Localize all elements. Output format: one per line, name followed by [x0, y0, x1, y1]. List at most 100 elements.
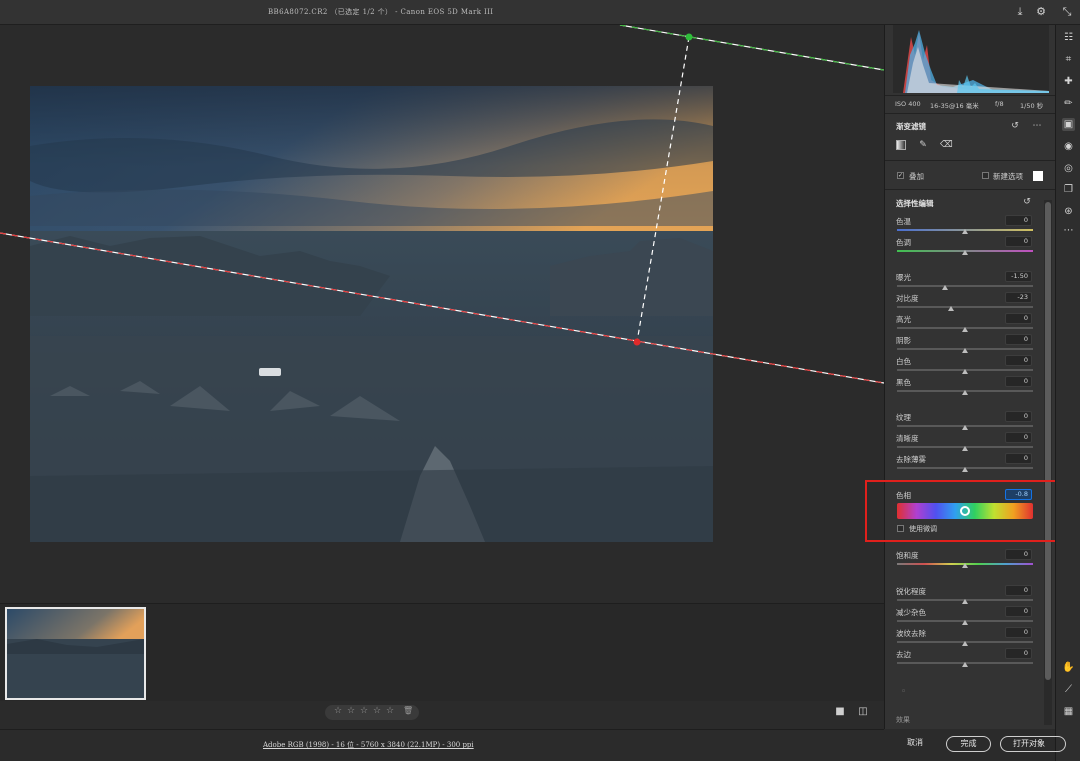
tone-slider-label-9: 清晰度 — [896, 434, 919, 443]
edit-icon[interactable]: ☷ — [1062, 31, 1075, 44]
tone-slider-value-0[interactable]: 0 — [1005, 215, 1032, 226]
tone-slider-value-1[interactable]: 0 — [1005, 236, 1032, 247]
save-icon[interactable]: ⤓ — [1013, 5, 1027, 19]
detail-slider-label-2: 波纹去除 — [896, 629, 926, 638]
tone-slider-label-5: 阴影 — [896, 336, 911, 345]
selective-edit-title: 选择性编辑 — [896, 199, 934, 208]
tone-slider-thumb-7[interactable] — [962, 390, 968, 395]
tone-slider-thumb-1[interactable] — [962, 250, 968, 255]
crop-icon[interactable]: ⌗ — [1062, 53, 1075, 66]
gradient-start-handle[interactable] — [685, 33, 693, 41]
overlay-label: 叠加 — [909, 172, 924, 181]
detail-slider-thumb-1[interactable] — [962, 620, 968, 625]
healing-icon[interactable]: ✚ — [1062, 75, 1075, 88]
star-5[interactable]: ☆ — [386, 706, 394, 716]
eyedropper-icon[interactable]: ⟋ — [1062, 683, 1075, 696]
detail-slider-thumb-2[interactable] — [962, 641, 968, 646]
brush-edit-icon[interactable]: ✎ — [917, 139, 929, 151]
grid-icon[interactable]: ▦ — [1062, 705, 1075, 718]
tone-slider-value-9[interactable]: 0 — [1005, 432, 1032, 443]
iso-value: ISO 400 — [895, 100, 921, 108]
tone-slider-value-8[interactable]: 0 — [1005, 411, 1032, 422]
filmstrip-thumbnail[interactable] — [5, 607, 146, 700]
saturation-label: 饱和度 — [896, 551, 919, 560]
tone-slider-value-3[interactable]: -23 — [1005, 292, 1032, 303]
more-icon[interactable]: ⋯ — [1062, 224, 1075, 237]
create-new-checkbox[interactable] — [982, 172, 989, 179]
tone-slider-thumb-4[interactable] — [962, 327, 968, 332]
gradient-end-handle[interactable] — [633, 338, 641, 346]
rating-bar: ☆ ☆ ☆ ☆ ☆ 🗑 — [325, 705, 419, 720]
overlay-checkbox[interactable]: ✓ — [897, 172, 904, 179]
linear-gradient-icon[interactable]: ▣ — [1062, 118, 1075, 131]
selective-reset-icon[interactable]: ↺ — [1021, 196, 1033, 208]
star-2[interactable]: ☆ — [347, 706, 355, 716]
detail-slider-value-2[interactable]: 0 — [1005, 627, 1032, 638]
filmstrip — [0, 603, 884, 701]
tone-slider-thumb-8[interactable] — [962, 425, 968, 430]
tone-slider-value-2[interactable]: -1.50 — [1005, 271, 1032, 282]
star-1[interactable]: ☆ — [334, 706, 342, 716]
compare-view-icon[interactable]: ◫ — [857, 706, 869, 718]
done-button[interactable]: 完成 — [946, 736, 991, 752]
detail-slider-thumb-3[interactable] — [962, 662, 968, 667]
tone-slider-track-2[interactable] — [897, 285, 1033, 287]
tone-slider-thumb-2[interactable] — [942, 285, 948, 290]
effect-label: 效果 — [896, 716, 910, 724]
gradient-tool-icon[interactable] — [896, 140, 906, 150]
star-4[interactable]: ☆ — [373, 706, 381, 716]
tone-slider-thumb-10[interactable] — [962, 467, 968, 472]
tone-slider-label-8: 纹理 — [896, 413, 911, 422]
snapshots-icon[interactable]: ❐ — [1062, 183, 1075, 196]
edit-panel: ISO 400 16-35@16 毫米 f/8 1/50 秒 渐变滤镜 ↺ ⋯ … — [884, 25, 1055, 729]
trash-icon[interactable]: 🗑 — [403, 706, 413, 715]
brush-icon[interactable]: ✏ — [1062, 97, 1075, 110]
tone-slider-value-5[interactable]: 0 — [1005, 334, 1032, 345]
lens-value: 16-35@16 毫米 — [930, 102, 979, 110]
tone-slider-label-3: 对比度 — [896, 294, 919, 303]
scrollbar-thumb[interactable] — [1045, 202, 1051, 680]
tone-slider-label-10: 去除薄雾 — [896, 455, 926, 464]
tone-slider-thumb-3[interactable] — [948, 306, 954, 311]
eraser-icon[interactable]: ⌫ — [940, 139, 953, 151]
tone-slider-value-4[interactable]: 0 — [1005, 313, 1032, 324]
tone-slider-label-4: 高光 — [896, 315, 911, 324]
tone-slider-label-0: 色温 — [896, 217, 911, 226]
tone-slider-thumb-9[interactable] — [962, 446, 968, 451]
single-view-icon[interactable]: ■ — [834, 706, 846, 718]
detail-slider-value-0[interactable]: 0 — [1005, 585, 1032, 596]
tone-slider-thumb-0[interactable] — [962, 229, 968, 234]
tone-slider-thumb-6[interactable] — [962, 369, 968, 374]
hand-icon[interactable]: ✋ — [1062, 661, 1075, 674]
tone-slider-track-3[interactable] — [897, 306, 1033, 308]
tone-slider-value-7[interactable]: 0 — [1005, 376, 1032, 387]
gear-icon[interactable]: ⚙ — [1034, 5, 1048, 19]
saturation-thumb[interactable] — [962, 563, 968, 568]
reset-icon[interactable]: ↺ — [1009, 120, 1021, 132]
open-object-button[interactable]: 打开对象 — [1000, 736, 1066, 752]
presets-icon[interactable]: ⊛ — [1062, 205, 1075, 218]
tone-slider-value-6[interactable]: 0 — [1005, 355, 1032, 366]
more-options-icon[interactable]: ⋯ — [1031, 120, 1043, 132]
detail-slider-value-3[interactable]: 0 — [1005, 648, 1032, 659]
title-bar: BB6A8072.CR2 （已选定 1/2 个） - Canon EOS 5D … — [0, 0, 1080, 25]
red-eye-icon[interactable]: ◎ — [1062, 162, 1075, 175]
detail-slider-value-1[interactable]: 0 — [1005, 606, 1032, 617]
saturation-value[interactable]: 0 — [1005, 549, 1032, 560]
panel-scrollbar[interactable] — [1044, 200, 1052, 725]
tone-slider-label-6: 白色 — [896, 357, 911, 366]
aperture-value: f/8 — [995, 100, 1004, 108]
detail-slider-thumb-0[interactable] — [962, 599, 968, 604]
radial-gradient-icon[interactable]: ◉ — [1062, 140, 1075, 153]
mask-color-swatch[interactable] — [1033, 171, 1043, 181]
cancel-button[interactable]: 取消 — [900, 736, 930, 752]
star-3[interactable]: ☆ — [360, 706, 368, 716]
gradient-filter-title: 渐变滤镜 — [896, 122, 926, 131]
tone-slider-thumb-5[interactable] — [962, 348, 968, 353]
histogram — [893, 25, 1049, 93]
hue-highlight-box — [865, 480, 1072, 542]
tone-slider-value-10[interactable]: 0 — [1005, 453, 1032, 464]
image-canvas[interactable] — [0, 25, 884, 603]
workflow-options-link[interactable]: Adobe RGB (1998) - 16 位 - 5760 x 3840 (2… — [263, 740, 474, 750]
collapse-icon[interactable]: ⤡ — [1060, 5, 1074, 19]
